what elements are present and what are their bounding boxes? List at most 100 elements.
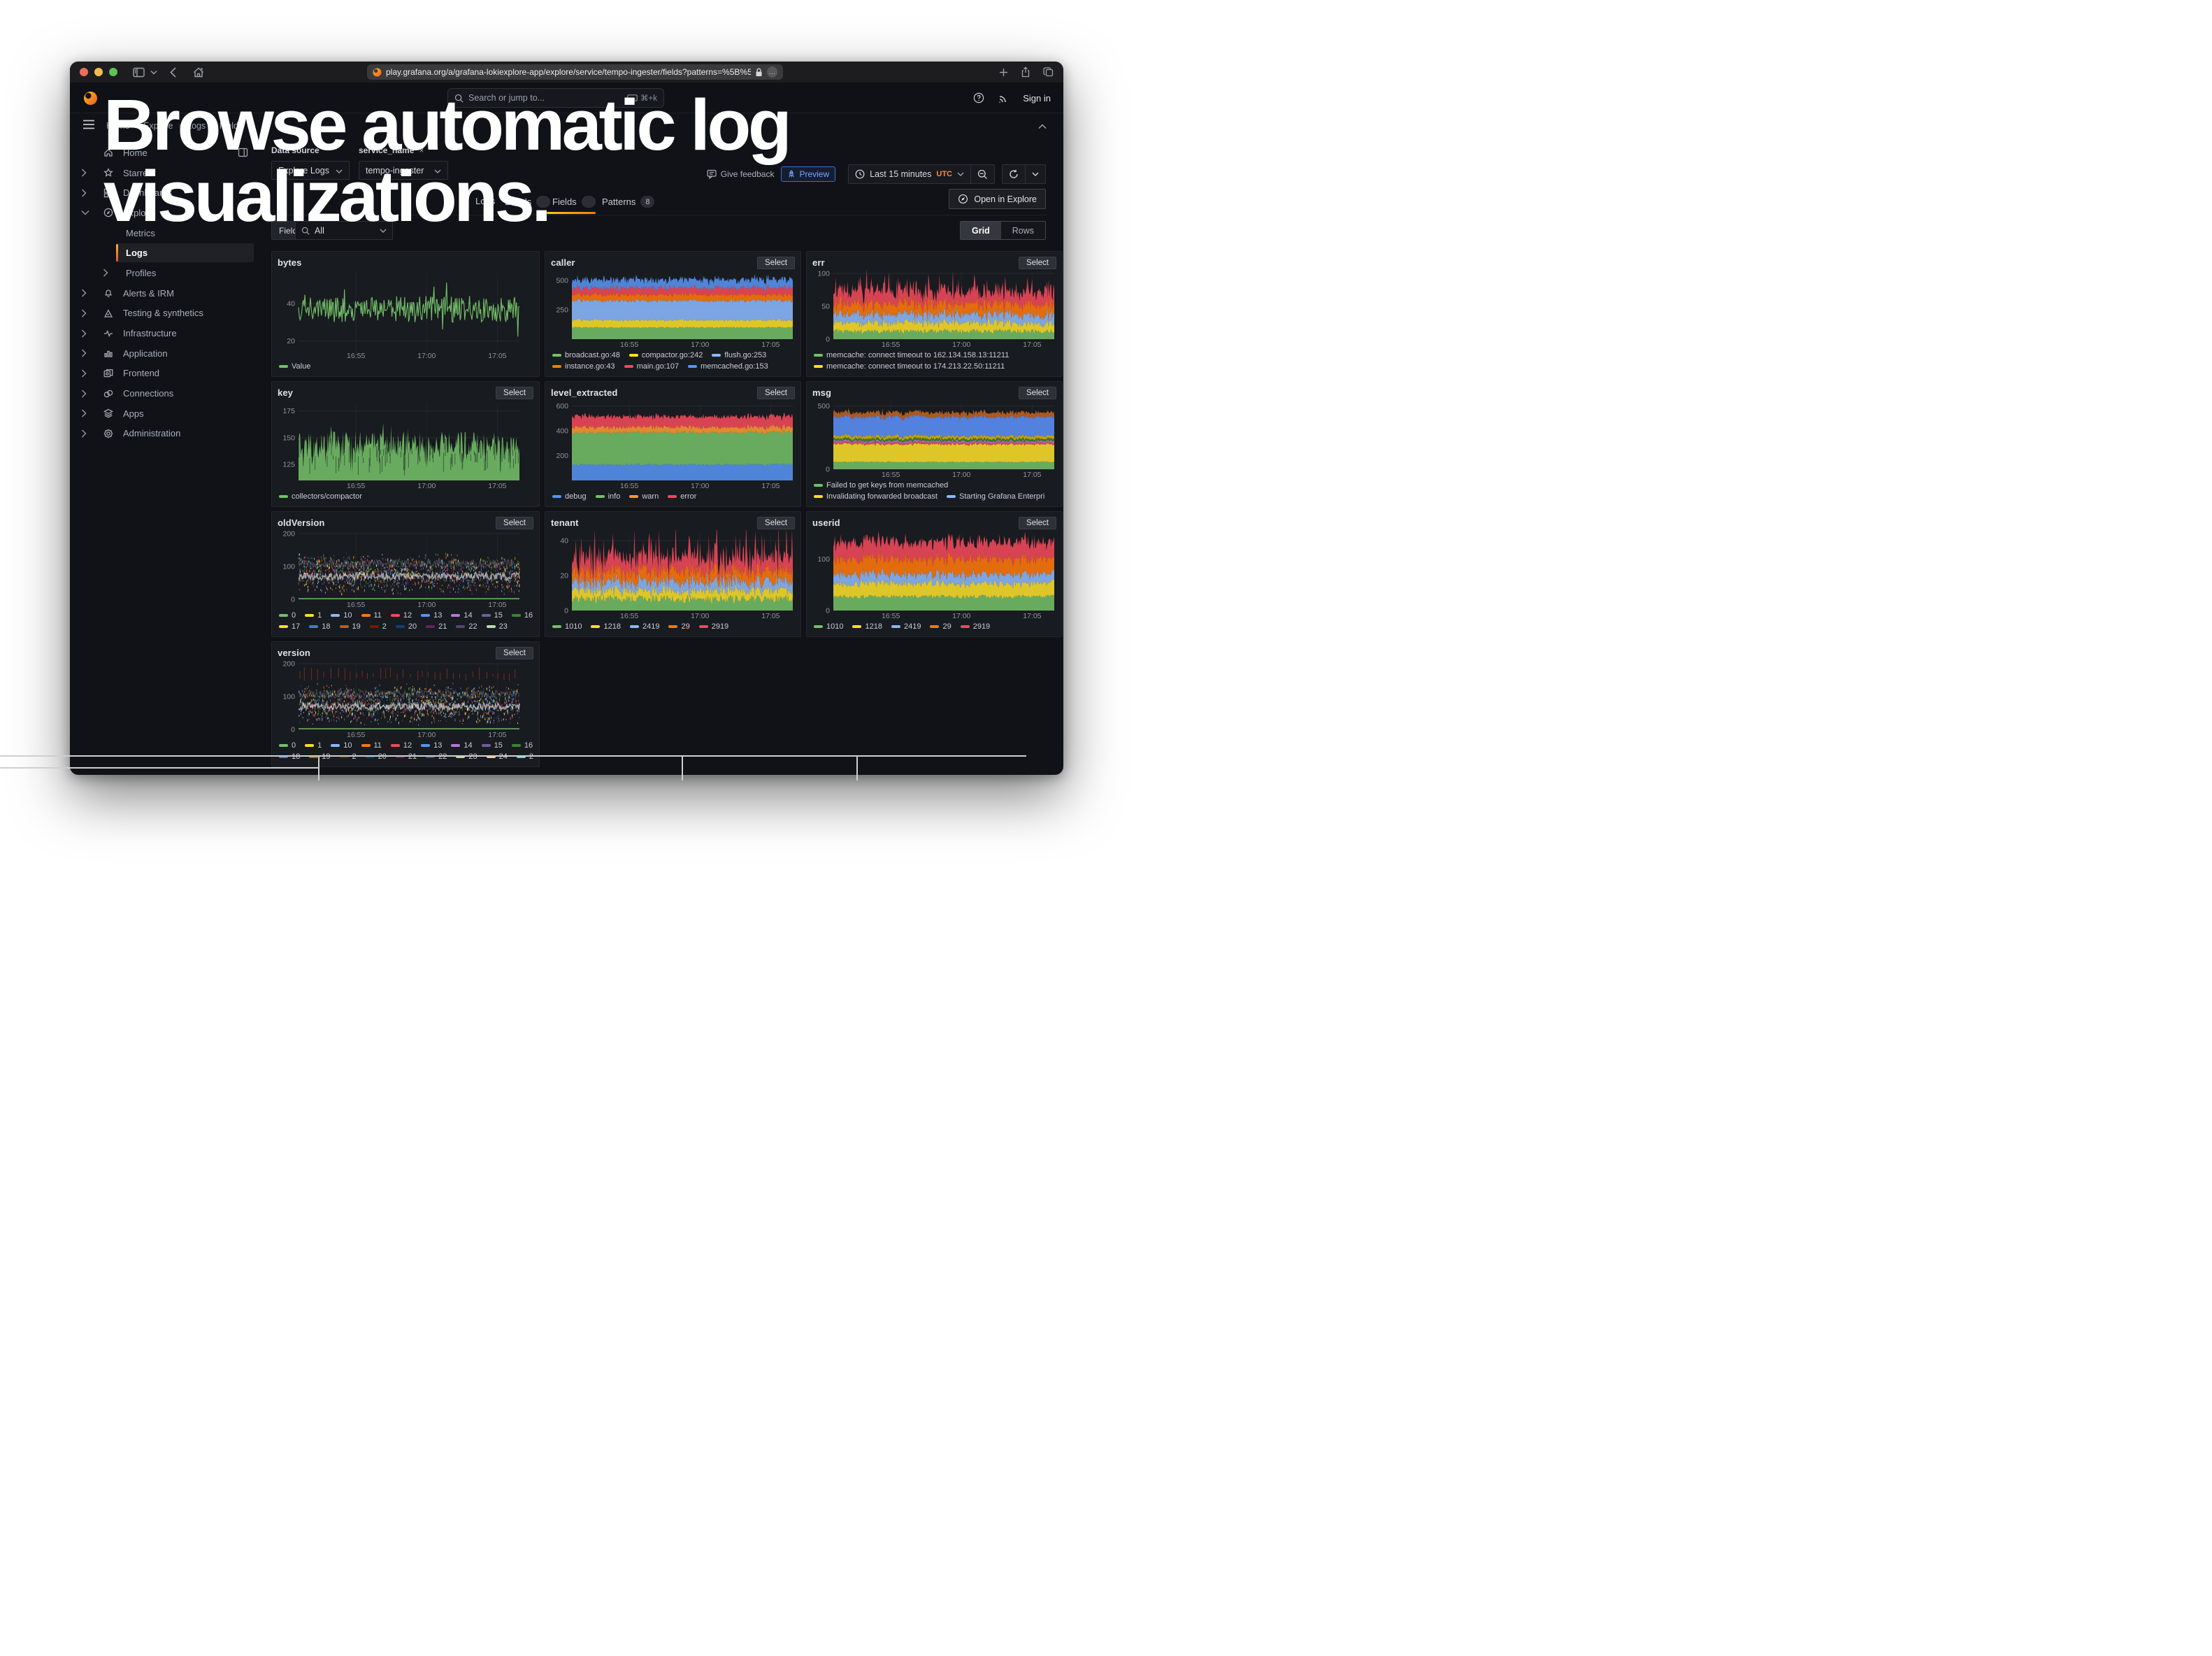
dock-menu-icon[interactable]	[238, 148, 248, 157]
remove-filter-icon[interactable]: ×	[419, 145, 424, 155]
menu-icon[interactable]	[82, 120, 95, 133]
sidebar-item-infrastructure[interactable]: Infrastructure	[70, 323, 259, 343]
collapse-chevron-icon[interactable]	[1038, 120, 1047, 133]
sidebar-item-dashboards[interactable]: Dashboards	[70, 183, 259, 203]
tabs-overview-icon[interactable]	[1043, 67, 1054, 77]
legend-item[interactable]: 2419	[891, 622, 921, 631]
refresh-interval-dropdown[interactable]	[1026, 164, 1046, 184]
breadcrumb-item-explore[interactable]: Explore	[143, 121, 173, 131]
new-tab-icon[interactable]	[999, 68, 1008, 77]
chevron-right-icon[interactable]	[81, 369, 91, 378]
legend-item[interactable]: main.go:107	[624, 362, 680, 371]
chevron-right-icon[interactable]	[81, 409, 91, 417]
legend-item[interactable]: 29	[668, 622, 689, 631]
legend-item[interactable]: 2	[517, 752, 533, 761]
legend-item[interactable]: memcache: connect timeout to 162.134.158…	[814, 351, 1009, 359]
legend-item[interactable]: 22	[456, 622, 477, 631]
legend-item[interactable]: 0	[279, 611, 296, 620]
sidebar-item-frontend[interactable]: Frontend	[70, 364, 259, 384]
legend-item[interactable]: 21	[396, 752, 417, 761]
legend-item[interactable]: Starting Grafana Enterpri	[947, 492, 1044, 501]
legend-item[interactable]: debug	[552, 492, 587, 501]
legend-item[interactable]: 1	[305, 741, 322, 750]
legend-item[interactable]: Invalidating forwarded broadcast	[814, 492, 938, 501]
zoom-out-button[interactable]	[971, 164, 995, 184]
search-input[interactable]: Search or jump to... ⌘+k	[447, 88, 664, 108]
chevron-right-icon[interactable]	[81, 349, 91, 357]
breadcrumb-item-home[interactable]: Home	[106, 121, 129, 131]
sidebar-item-connections[interactable]: Connections	[70, 383, 259, 404]
select-button[interactable]: Select	[1019, 387, 1056, 399]
legend-item[interactable]: 14	[451, 741, 472, 750]
legend-item[interactable]: flush.go:253	[712, 351, 766, 359]
legend-item[interactable]: 1	[305, 611, 322, 620]
legend-item[interactable]: 13	[421, 611, 442, 620]
select-button[interactable]: Select	[1019, 257, 1056, 269]
legend-item[interactable]: 16	[512, 611, 533, 620]
legend-item[interactable]: 14	[451, 611, 472, 620]
chevron-right-icon[interactable]	[81, 390, 91, 398]
legend-item[interactable]: collectors/compactor	[279, 492, 362, 501]
select-button[interactable]: Select	[757, 517, 795, 529]
legend-item[interactable]: compactor.go:242	[629, 351, 703, 359]
legend-item[interactable]: 29	[930, 622, 951, 631]
chevron-right-icon[interactable]	[81, 189, 91, 197]
legend-item[interactable]: 2	[340, 752, 357, 761]
chevron-right-icon[interactable]	[103, 269, 113, 277]
sidebar-item-metrics[interactable]: Metrics	[70, 223, 259, 243]
legend-item[interactable]: broadcast.go:48	[552, 351, 620, 359]
legend-item[interactable]: 23	[456, 752, 477, 761]
legend-item[interactable]: memcached.go:153	[688, 362, 768, 371]
chevron-down-icon[interactable]	[81, 210, 91, 215]
legend-item[interactable]: 13	[421, 741, 442, 750]
give-feedback-button[interactable]: Give feedback	[707, 169, 775, 179]
legend-item[interactable]: 2919	[961, 622, 990, 631]
legend-item[interactable]: 21	[426, 622, 447, 631]
sidebar-item-starred[interactable]: Starred	[70, 163, 259, 183]
sidebar-item-home[interactable]: Home	[70, 143, 259, 163]
share-icon[interactable]	[1021, 66, 1030, 78]
sign-in-button[interactable]: Sign in	[1023, 93, 1051, 104]
legend-item[interactable]: 19	[309, 752, 330, 761]
select-button[interactable]: Select	[1019, 517, 1056, 529]
legend-item[interactable]: 12	[391, 741, 412, 750]
legend-item[interactable]: 23	[487, 622, 508, 631]
legend-item[interactable]: 1010	[814, 622, 843, 631]
legend-item[interactable]: 18	[309, 622, 330, 631]
legend-item[interactable]: 10	[331, 741, 352, 750]
service-name-select[interactable]: tempo-ingester	[359, 161, 448, 180]
legend-item[interactable]: Value	[279, 362, 310, 371]
legend-item[interactable]: 2419	[630, 622, 659, 631]
legend-item[interactable]: 12	[391, 611, 412, 620]
select-button[interactable]: Select	[496, 647, 533, 659]
sidebar-item-application[interactable]: Application	[70, 343, 259, 364]
legend-item[interactable]: memcache: connect timeout to 174.213.22.…	[814, 362, 1005, 371]
grid-toggle-option[interactable]: Grid	[961, 222, 1001, 239]
legend-item[interactable]: 22	[426, 752, 447, 761]
tab-patterns[interactable]: Patterns8	[602, 196, 654, 208]
select-button[interactable]: Select	[496, 387, 533, 399]
sidebar-item-logs[interactable]: Logs	[70, 243, 259, 263]
tab-logs[interactable]: Logs	[475, 196, 495, 206]
legend-item[interactable]: 10	[331, 611, 352, 620]
legend-item[interactable]: info	[596, 492, 621, 501]
breadcrumb-item-logs[interactable]: Logs	[187, 121, 206, 131]
grafana-logo[interactable]	[83, 91, 98, 109]
legend-item[interactable]: 24	[487, 752, 508, 761]
legend-item[interactable]: 15	[482, 611, 503, 620]
legend-item[interactable]: 18	[279, 752, 300, 761]
legend-item[interactable]: Failed to get keys from memcached	[814, 481, 948, 490]
sidebar-item-profiles[interactable]: Profiles	[70, 263, 259, 283]
legend-item[interactable]: 2	[370, 622, 387, 631]
home-browser-icon[interactable]	[193, 67, 204, 78]
legend-item[interactable]: 2919	[699, 622, 728, 631]
sidebar-item-explore[interactable]: Explore	[70, 203, 259, 223]
legend-item[interactable]: 1218	[591, 622, 620, 631]
refresh-button[interactable]	[1002, 164, 1026, 184]
legend-item[interactable]: warn	[629, 492, 659, 501]
preview-badge[interactable]: Preview	[781, 166, 835, 182]
legend-item[interactable]: error	[668, 492, 696, 501]
select-button[interactable]: Select	[496, 517, 533, 529]
legend-item[interactable]: 17	[279, 622, 300, 631]
chevron-down-icon[interactable]	[150, 70, 157, 75]
